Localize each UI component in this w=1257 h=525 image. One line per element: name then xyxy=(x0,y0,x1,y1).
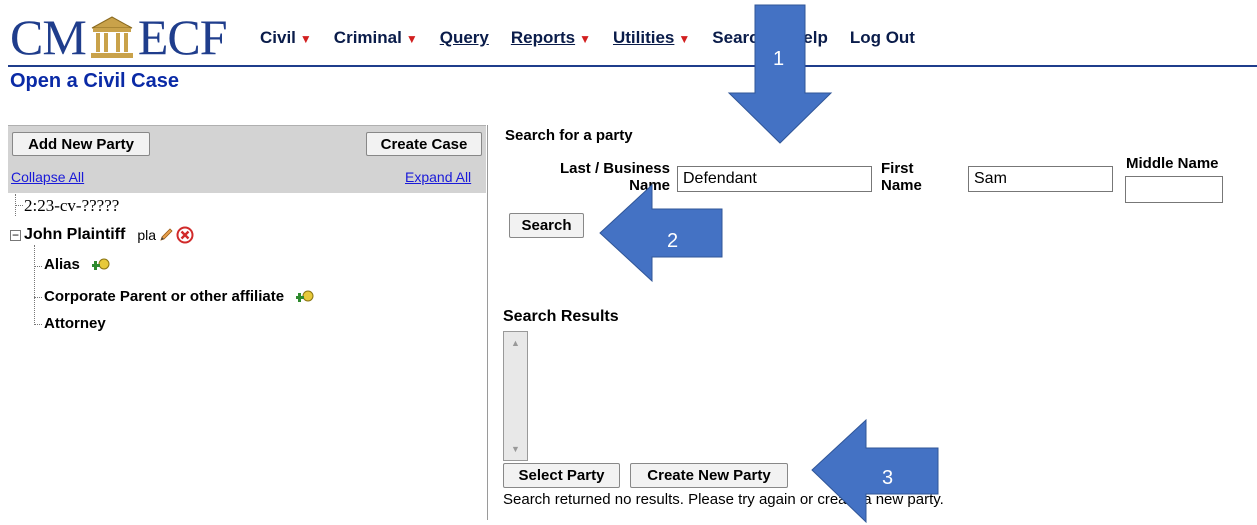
edit-pencil-icon[interactable] xyxy=(158,227,174,243)
party-role: pla xyxy=(137,227,157,243)
party-name: John Plaintiff xyxy=(24,226,126,243)
cmecf-logo: CM ECF xyxy=(10,9,228,65)
party-node[interactable]: − John Plaintiff pla xyxy=(10,226,194,244)
case-number-node: 2:23-cv-????? xyxy=(24,196,120,215)
tree-connector xyxy=(15,205,23,206)
panel-divider xyxy=(487,125,488,520)
menu-criminal[interactable]: Criminal ▼ xyxy=(334,28,418,48)
caret-down-icon: ▼ xyxy=(299,32,312,46)
tree-connector xyxy=(34,245,35,325)
delete-icon[interactable] xyxy=(176,226,194,244)
tree-connector xyxy=(34,297,42,298)
first-name-label: First Name xyxy=(881,160,922,194)
collapse-all-link[interactable]: Collapse All xyxy=(11,169,84,185)
select-party-button[interactable]: Select Party xyxy=(503,463,620,488)
middle-name-label: Middle Name xyxy=(1126,155,1219,172)
create-case-button[interactable]: Create Case xyxy=(366,132,482,156)
add-person-icon[interactable] xyxy=(296,288,314,306)
collapse-toggle-icon[interactable]: − xyxy=(10,229,21,241)
logo-right-text: ECF xyxy=(137,9,228,65)
create-new-party-button[interactable]: Create New Party xyxy=(630,463,788,488)
annotation-arrow-left-icon: 3 xyxy=(811,418,939,524)
caret-down-icon: ▼ xyxy=(405,32,418,46)
first-name-input[interactable]: Sam xyxy=(968,166,1113,192)
menu-reports[interactable]: Reports ▼ xyxy=(511,28,591,48)
party-tree-toolbar: Add New Party Create Case Collapse All E… xyxy=(8,125,486,193)
courthouse-icon xyxy=(90,16,133,58)
search-results-heading: Search Results xyxy=(503,308,619,325)
tree-connector xyxy=(34,266,42,267)
middle-name-input[interactable] xyxy=(1125,176,1223,203)
menu-civil[interactable]: Civil ▼ xyxy=(260,28,312,48)
annotation-arrow-down-icon: 1 xyxy=(727,4,833,144)
add-person-icon[interactable] xyxy=(92,256,110,274)
header-divider xyxy=(8,65,1257,67)
tree-item-alias[interactable]: Alias xyxy=(44,256,110,274)
annotation-arrow-left-icon: 2 xyxy=(599,183,723,283)
annotation-number: 1 xyxy=(773,48,784,70)
main-menu: Civil ▼ Criminal ▼ Query Reports ▼ Utilitie… xyxy=(260,28,937,48)
menu-utilities[interactable]: Utilities ▼ xyxy=(613,28,690,48)
page-title: Open a Civil Case xyxy=(10,70,179,92)
search-results-list[interactable]: ▲ ▼ xyxy=(503,331,528,461)
scroll-up-icon[interactable]: ▲ xyxy=(511,338,520,348)
tree-item-attorney[interactable]: Attorney xyxy=(44,315,106,332)
scroll-down-icon[interactable]: ▼ xyxy=(511,444,520,454)
tree-connector xyxy=(34,324,42,325)
tree-item-corporate-parent[interactable]: Corporate Parent or other affiliate xyxy=(44,288,314,306)
menu-query[interactable]: Query xyxy=(440,28,489,48)
menu-logout[interactable]: Log Out xyxy=(850,28,915,48)
annotation-number: 2 xyxy=(667,230,678,252)
search-heading: Search for a party xyxy=(505,127,633,144)
search-button[interactable]: Search xyxy=(509,213,584,238)
expand-all-link[interactable]: Expand All xyxy=(405,169,471,185)
add-new-party-button[interactable]: Add New Party xyxy=(12,132,150,156)
caret-down-icon: ▼ xyxy=(579,32,591,46)
annotation-number: 3 xyxy=(882,467,893,489)
caret-down-icon: ▼ xyxy=(678,32,691,46)
logo-left-text: CM xyxy=(10,9,87,65)
